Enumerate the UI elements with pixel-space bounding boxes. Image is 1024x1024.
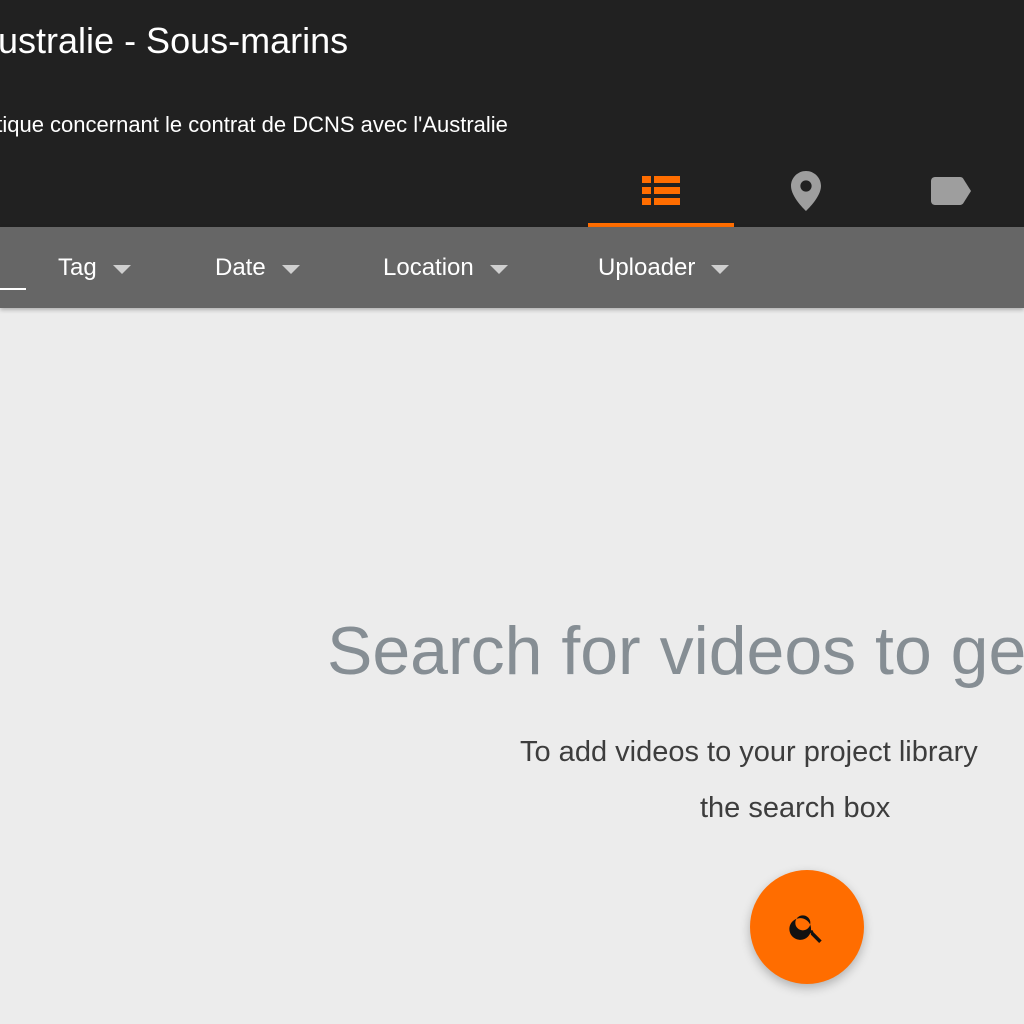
- chevron-down-icon: [112, 264, 131, 274]
- map-marker-icon: [791, 171, 821, 211]
- chevron-down-icon: [489, 264, 508, 274]
- filter-date-dropdown[interactable]: Date: [215, 227, 300, 308]
- project-title: Australie - Sous-marins: [0, 20, 349, 61]
- empty-state-text-line2: the search box: [700, 792, 891, 824]
- empty-state-text-line1: To add videos to your project library: [520, 736, 978, 768]
- search-icon: [789, 915, 822, 943]
- chevron-down-icon: [281, 264, 300, 274]
- filter-date-label: Date: [215, 253, 266, 281]
- filter-location-dropdown[interactable]: Location: [383, 227, 508, 308]
- search-input-underline[interactable]: [0, 288, 26, 290]
- tab-tags-view[interactable]: [878, 155, 1024, 227]
- search-fab-button[interactable]: [750, 870, 864, 984]
- filter-location-label: Location: [383, 253, 474, 281]
- filter-bar: Tag Date Location Uploader: [0, 227, 1024, 308]
- chevron-down-icon: [711, 264, 730, 274]
- project-header: Australie - Sous-marins atique concernan…: [0, 0, 1024, 227]
- filter-uploader-dropdown[interactable]: Uploader: [598, 227, 730, 308]
- filter-tag-label: Tag: [58, 253, 97, 281]
- list-view-icon: [642, 176, 680, 205]
- filter-tag-dropdown[interactable]: Tag: [58, 227, 131, 308]
- empty-state-heading: Search for videos to ge: [327, 613, 1024, 689]
- tab-list-view[interactable]: [588, 155, 734, 227]
- project-description: atique concernant le contrat de DCNS ave…: [0, 112, 508, 137]
- app-root: Australie - Sous-marins atique concernan…: [0, 0, 1024, 1024]
- filter-uploader-label: Uploader: [598, 253, 696, 281]
- tag-icon: [931, 177, 971, 205]
- tab-map-view[interactable]: [733, 155, 879, 227]
